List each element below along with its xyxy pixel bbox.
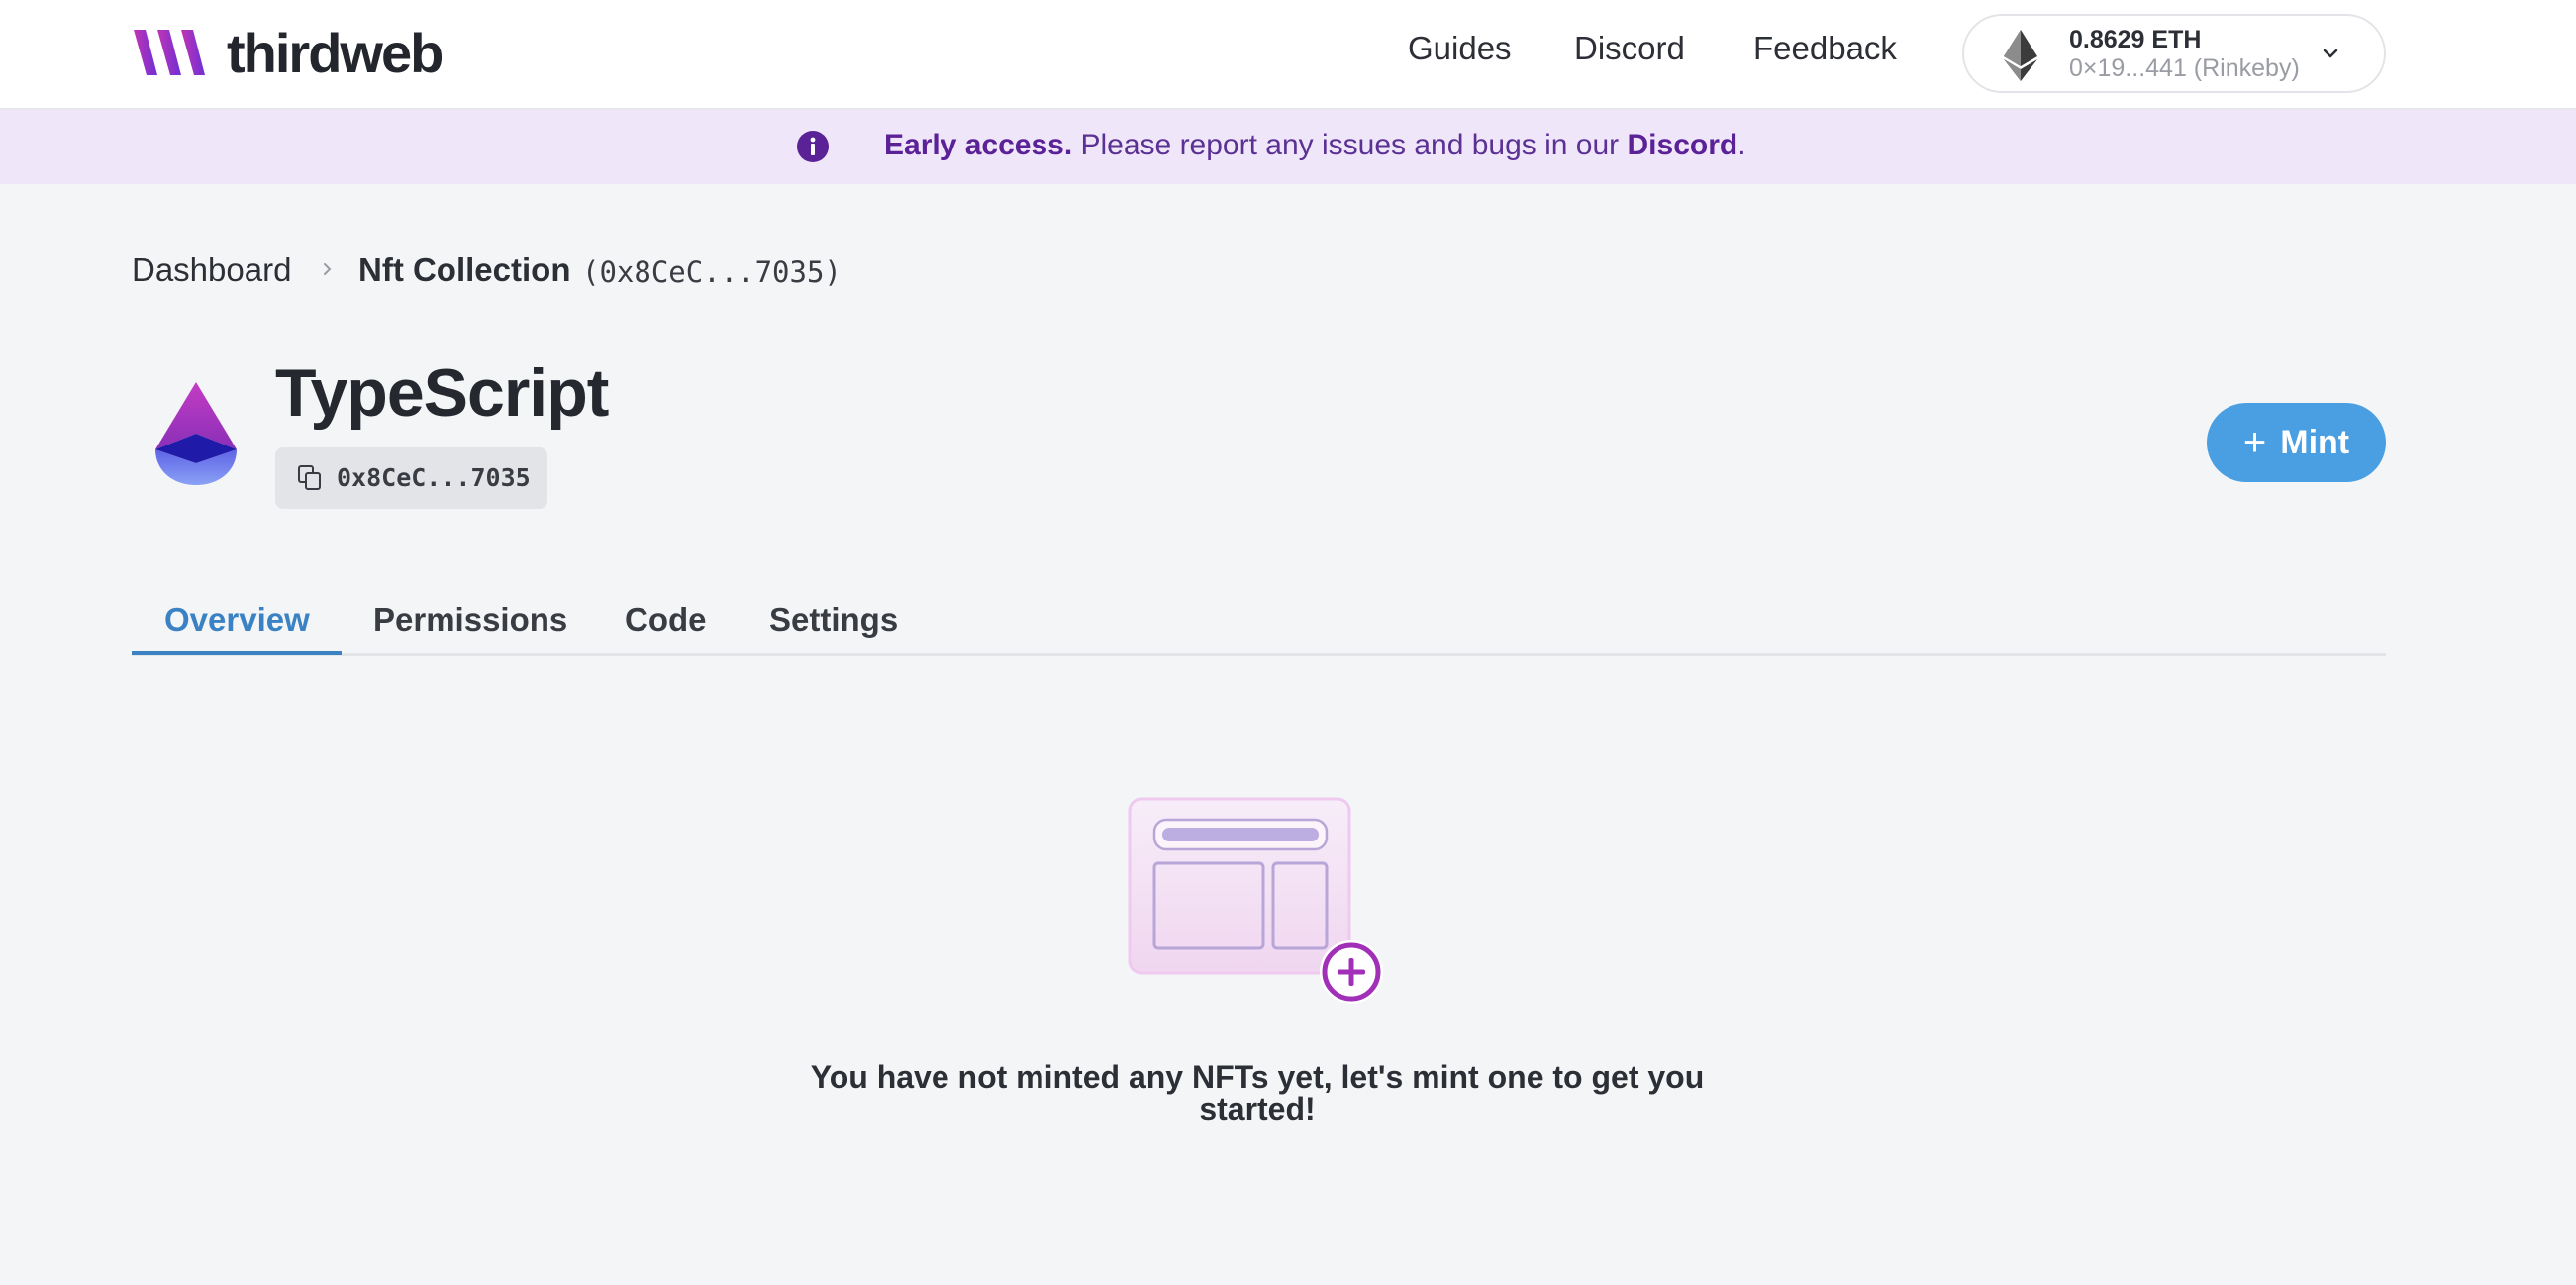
banner-strong: Early access. xyxy=(884,129,1073,161)
tab-settings[interactable]: Settings xyxy=(769,601,898,639)
tab-overview[interactable]: Overview xyxy=(164,601,310,639)
contract-address: 0x8CeC...7035 xyxy=(337,463,531,492)
nav-discord[interactable]: Discord xyxy=(1574,30,1685,67)
mint-button[interactable]: + Mint xyxy=(2207,403,2386,482)
tab-permissions[interactable]: Permissions xyxy=(373,601,567,639)
early-access-banner: Early access. Please report any issues a… xyxy=(0,110,2576,184)
mint-label: Mint xyxy=(2280,423,2350,461)
plus-icon: + xyxy=(2242,421,2267,464)
top-header: thirdweb Guides Discord Feedback 0.8629 … xyxy=(0,0,2576,110)
info-icon xyxy=(797,131,829,162)
nav-guides[interactable]: Guides xyxy=(1408,30,1512,67)
ethereum-icon xyxy=(2004,30,2037,81)
banner-discord-link[interactable]: Discord xyxy=(1628,129,1738,161)
wallet-button[interactable]: 0.8629 ETH 0×19...441 (Rinkeby) xyxy=(1962,14,2386,93)
copy-icon xyxy=(298,465,321,490)
copy-address-button[interactable]: 0x8CeC...7035 xyxy=(275,447,547,509)
breadcrumb-address: (0x8CeC...7035) xyxy=(582,255,842,289)
contract-logo xyxy=(155,382,237,485)
banner-end: . xyxy=(1737,129,1746,161)
banner-message: Early access. Please report any issues a… xyxy=(884,129,1746,162)
breadcrumb-dashboard[interactable]: Dashboard xyxy=(132,251,291,289)
empty-state-message: You have not minted any NFTs yet, let's … xyxy=(810,1059,1705,1127)
chevron-right-icon xyxy=(324,263,332,275)
brand-name: thirdweb xyxy=(227,21,444,84)
thirdweb-logo-icon xyxy=(134,30,205,75)
empty-collection-illustration xyxy=(1128,797,1383,1004)
tab-code[interactable]: Code xyxy=(625,601,707,639)
contract-title: TypeScript xyxy=(275,355,609,431)
wallet-address: 0×19...441 (Rinkeby) xyxy=(2069,54,2300,82)
nav-feedback[interactable]: Feedback xyxy=(1753,30,1897,67)
tab-bar: Overview Permissions Code Settings xyxy=(132,589,2386,656)
active-tab-indicator xyxy=(132,651,342,655)
wallet-balance: 0.8629 ETH xyxy=(2069,26,2202,53)
breadcrumb-current: Nft Collection xyxy=(358,251,571,288)
chevron-down-icon xyxy=(2323,49,2338,58)
brand-logo[interactable]: thirdweb xyxy=(132,22,444,84)
banner-text: Please report any issues and bugs in our xyxy=(1072,129,1628,161)
